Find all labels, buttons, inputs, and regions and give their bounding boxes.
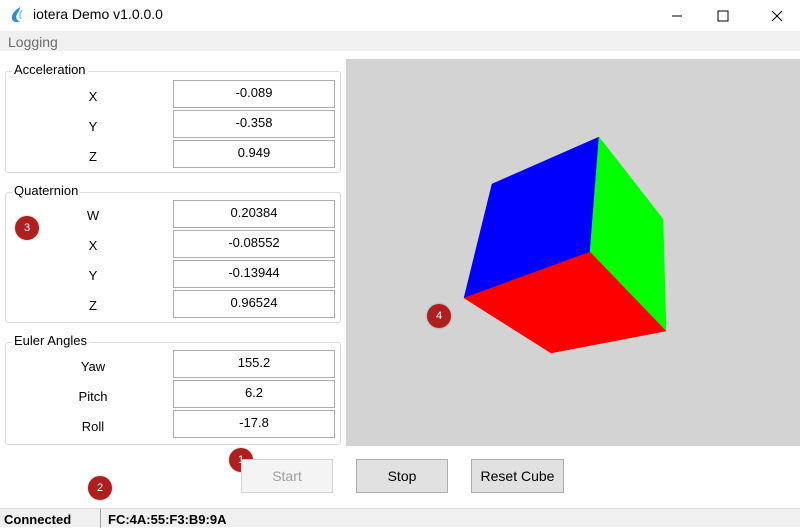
accel-x-label: X <box>88 89 98 104</box>
accel-x-field[interactable]: -0.089 <box>173 80 335 108</box>
quat-y-label: Y <box>88 268 98 283</box>
maximize-icon[interactable] <box>700 0 746 31</box>
quat-w-label: W <box>86 208 100 223</box>
accel-z-label: Z <box>89 149 97 164</box>
quat-x-label: X <box>88 238 98 253</box>
quaternion-group: Quaternion W 0.20384 X -0.08552 Y -0.139… <box>5 183 341 323</box>
accel-y-label: Y <box>88 119 98 134</box>
quat-y-field[interactable]: -0.13944 <box>173 260 335 288</box>
annotation-badge-3: 3 <box>15 216 39 240</box>
menu-bar: Logging <box>0 31 800 51</box>
quaternion-title: Quaternion <box>12 183 81 198</box>
status-bar: Connected FC:4A:55:F3:B9:9A <box>0 508 800 528</box>
acceleration-title: Acceleration <box>12 62 88 77</box>
device-address: FC:4A:55:F3:B9:9A <box>108 512 227 527</box>
euler-title: Euler Angles <box>12 333 89 348</box>
euler-group: Euler Angles Yaw 155.2 Pitch 6.2 Roll -1… <box>5 333 341 445</box>
connection-status: Connected <box>4 512 72 527</box>
euler-pitch-field[interactable]: 6.2 <box>173 380 335 408</box>
menu-item-logging[interactable]: Logging <box>8 34 58 50</box>
euler-yaw-field[interactable]: 155.2 <box>173 350 335 378</box>
window-title: iotera Demo v1.0.0.0 <box>33 6 163 22</box>
euler-yaw-label: Yaw <box>80 359 106 374</box>
quat-x-field[interactable]: -0.08552 <box>173 230 335 258</box>
close-icon[interactable] <box>754 0 800 31</box>
status-separator <box>100 509 101 528</box>
quat-z-label: Z <box>89 298 97 313</box>
stop-button[interactable]: Stop <box>356 459 448 493</box>
reset-cube-button[interactable]: Reset Cube <box>471 459 564 493</box>
acceleration-group: Acceleration X -0.089 Y -0.358 Z 0.949 <box>5 62 341 173</box>
minimize-icon[interactable] <box>654 0 700 31</box>
start-button[interactable]: Start <box>241 459 333 493</box>
annotation-badge-2: 2 <box>88 476 112 500</box>
droplet-icon <box>8 6 26 24</box>
quat-w-field[interactable]: 0.20384 <box>173 200 335 228</box>
accel-z-field[interactable]: 0.949 <box>173 140 335 168</box>
euler-pitch-label: Pitch <box>78 389 108 404</box>
annotation-badge-4: 4 <box>427 304 451 328</box>
euler-roll-field[interactable]: -17.8 <box>173 410 335 438</box>
euler-roll-label: Roll <box>81 419 105 434</box>
quat-z-field[interactable]: 0.96524 <box>173 290 335 318</box>
client-area: Acceleration X -0.089 Y -0.358 Z 0.949 Q… <box>0 51 800 508</box>
title-bar: iotera Demo v1.0.0.0 <box>0 0 800 31</box>
cube-viewport[interactable] <box>346 59 800 446</box>
accel-y-field[interactable]: -0.358 <box>173 110 335 138</box>
